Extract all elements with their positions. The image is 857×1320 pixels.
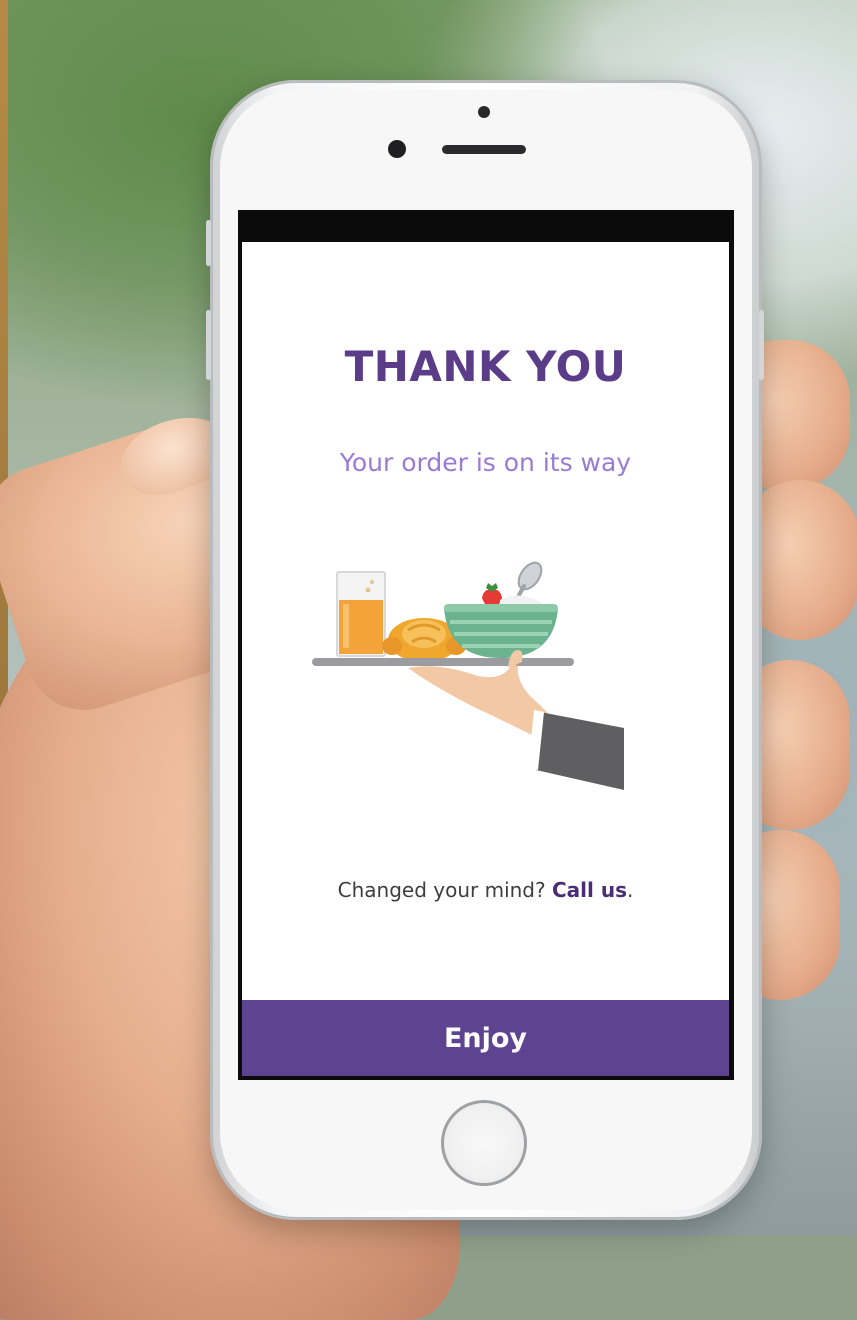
volume-up-button [206, 220, 211, 266]
screen-bezel: THANK YOU Your order is on its way Chang… [238, 210, 734, 1080]
juice-glass-icon [336, 571, 386, 657]
enjoy-button[interactable]: Enjoy [242, 1000, 729, 1076]
app-screen: THANK YOU Your order is on its way Chang… [242, 242, 729, 1076]
change-order-line: Changed your mind? Call us. [242, 878, 729, 902]
waiter-hand-icon [408, 650, 624, 790]
page-title: THANK YOU [344, 342, 627, 391]
home-button[interactable] [441, 1100, 527, 1186]
volume-down-button [206, 310, 211, 380]
food-tray-served-icon [312, 561, 624, 790]
call-us-link[interactable]: Call us [552, 878, 627, 902]
change-prompt-text: Changed your mind? [337, 878, 546, 902]
front-camera [388, 140, 406, 158]
power-button [759, 310, 764, 380]
proximity-sensor [478, 106, 490, 118]
phone-device: THANK YOU Your order is on its way Chang… [206, 80, 764, 1220]
tray-icon [312, 658, 574, 666]
call-suffix: . [626, 878, 634, 902]
earpiece-speaker [442, 145, 526, 154]
order-status-subtitle: Your order is on its way [339, 448, 632, 477]
